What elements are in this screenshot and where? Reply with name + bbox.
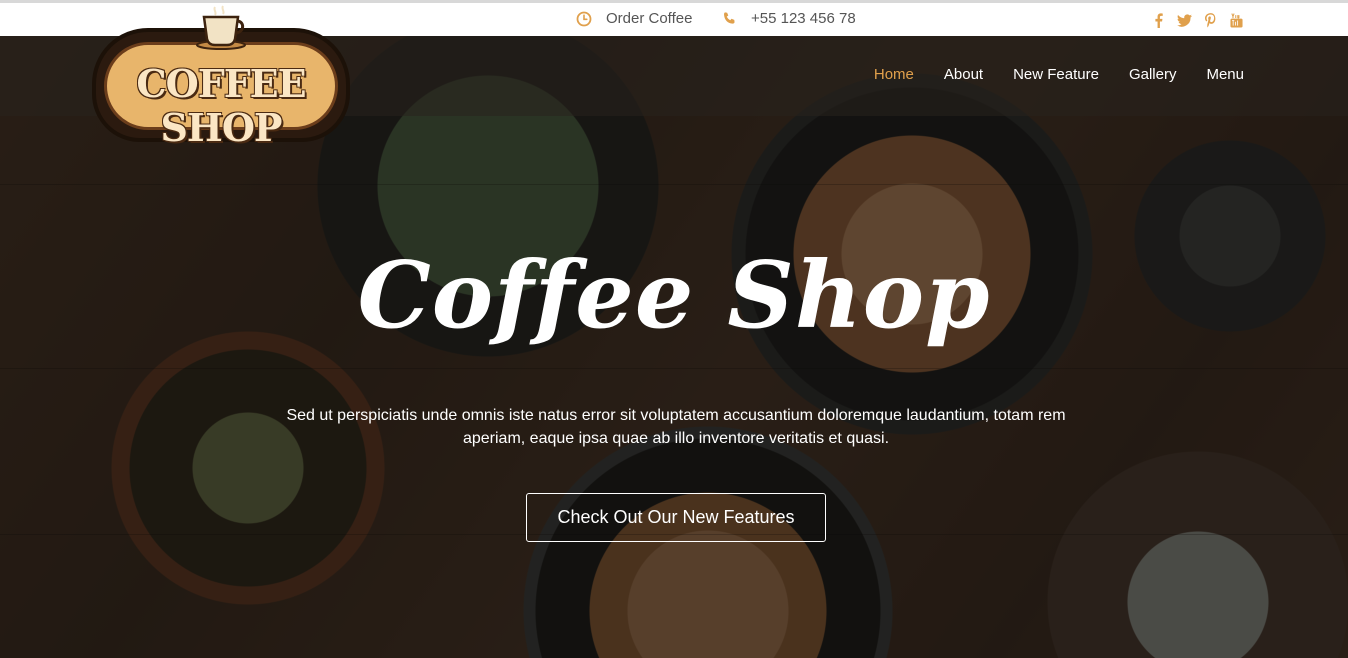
clock-icon <box>576 11 592 27</box>
hero-description: Sed ut perspiciatis unde omnis iste natu… <box>286 407 1066 447</box>
order-coffee-label: Order Coffee <box>606 10 693 27</box>
coffee-cup-icon <box>190 4 254 52</box>
phone-icon <box>722 11 737 26</box>
main-nav: Home About New Feature Gallery Menu <box>874 66 1244 83</box>
logo-text: COFFEE SHOP <box>136 61 306 150</box>
logo[interactable]: COFFEE SHOP <box>90 2 352 150</box>
nav-item-new-feature[interactable]: New Feature <box>1013 66 1099 83</box>
phone-number: +55 123 456 78 <box>751 10 856 27</box>
hero-title: Coffee Shop <box>357 241 991 349</box>
nav-item-gallery[interactable]: Gallery <box>1129 66 1177 83</box>
nav-item-home[interactable]: Home <box>874 66 914 83</box>
order-coffee-link[interactable]: Order Coffee <box>576 10 692 27</box>
twitter-icon[interactable] <box>1177 12 1192 28</box>
social-links <box>1151 12 1244 28</box>
facebook-icon[interactable] <box>1151 12 1166 28</box>
nav-item-about[interactable]: About <box>944 66 983 83</box>
check-out-features-button[interactable]: Check Out Our New Features <box>526 493 826 542</box>
nav-item-menu[interactable]: Menu <box>1206 66 1244 83</box>
youtube-icon[interactable] <box>1229 12 1244 28</box>
pinterest-icon[interactable] <box>1203 12 1218 28</box>
phone-contact[interactable]: +55 123 456 78 <box>722 10 856 27</box>
